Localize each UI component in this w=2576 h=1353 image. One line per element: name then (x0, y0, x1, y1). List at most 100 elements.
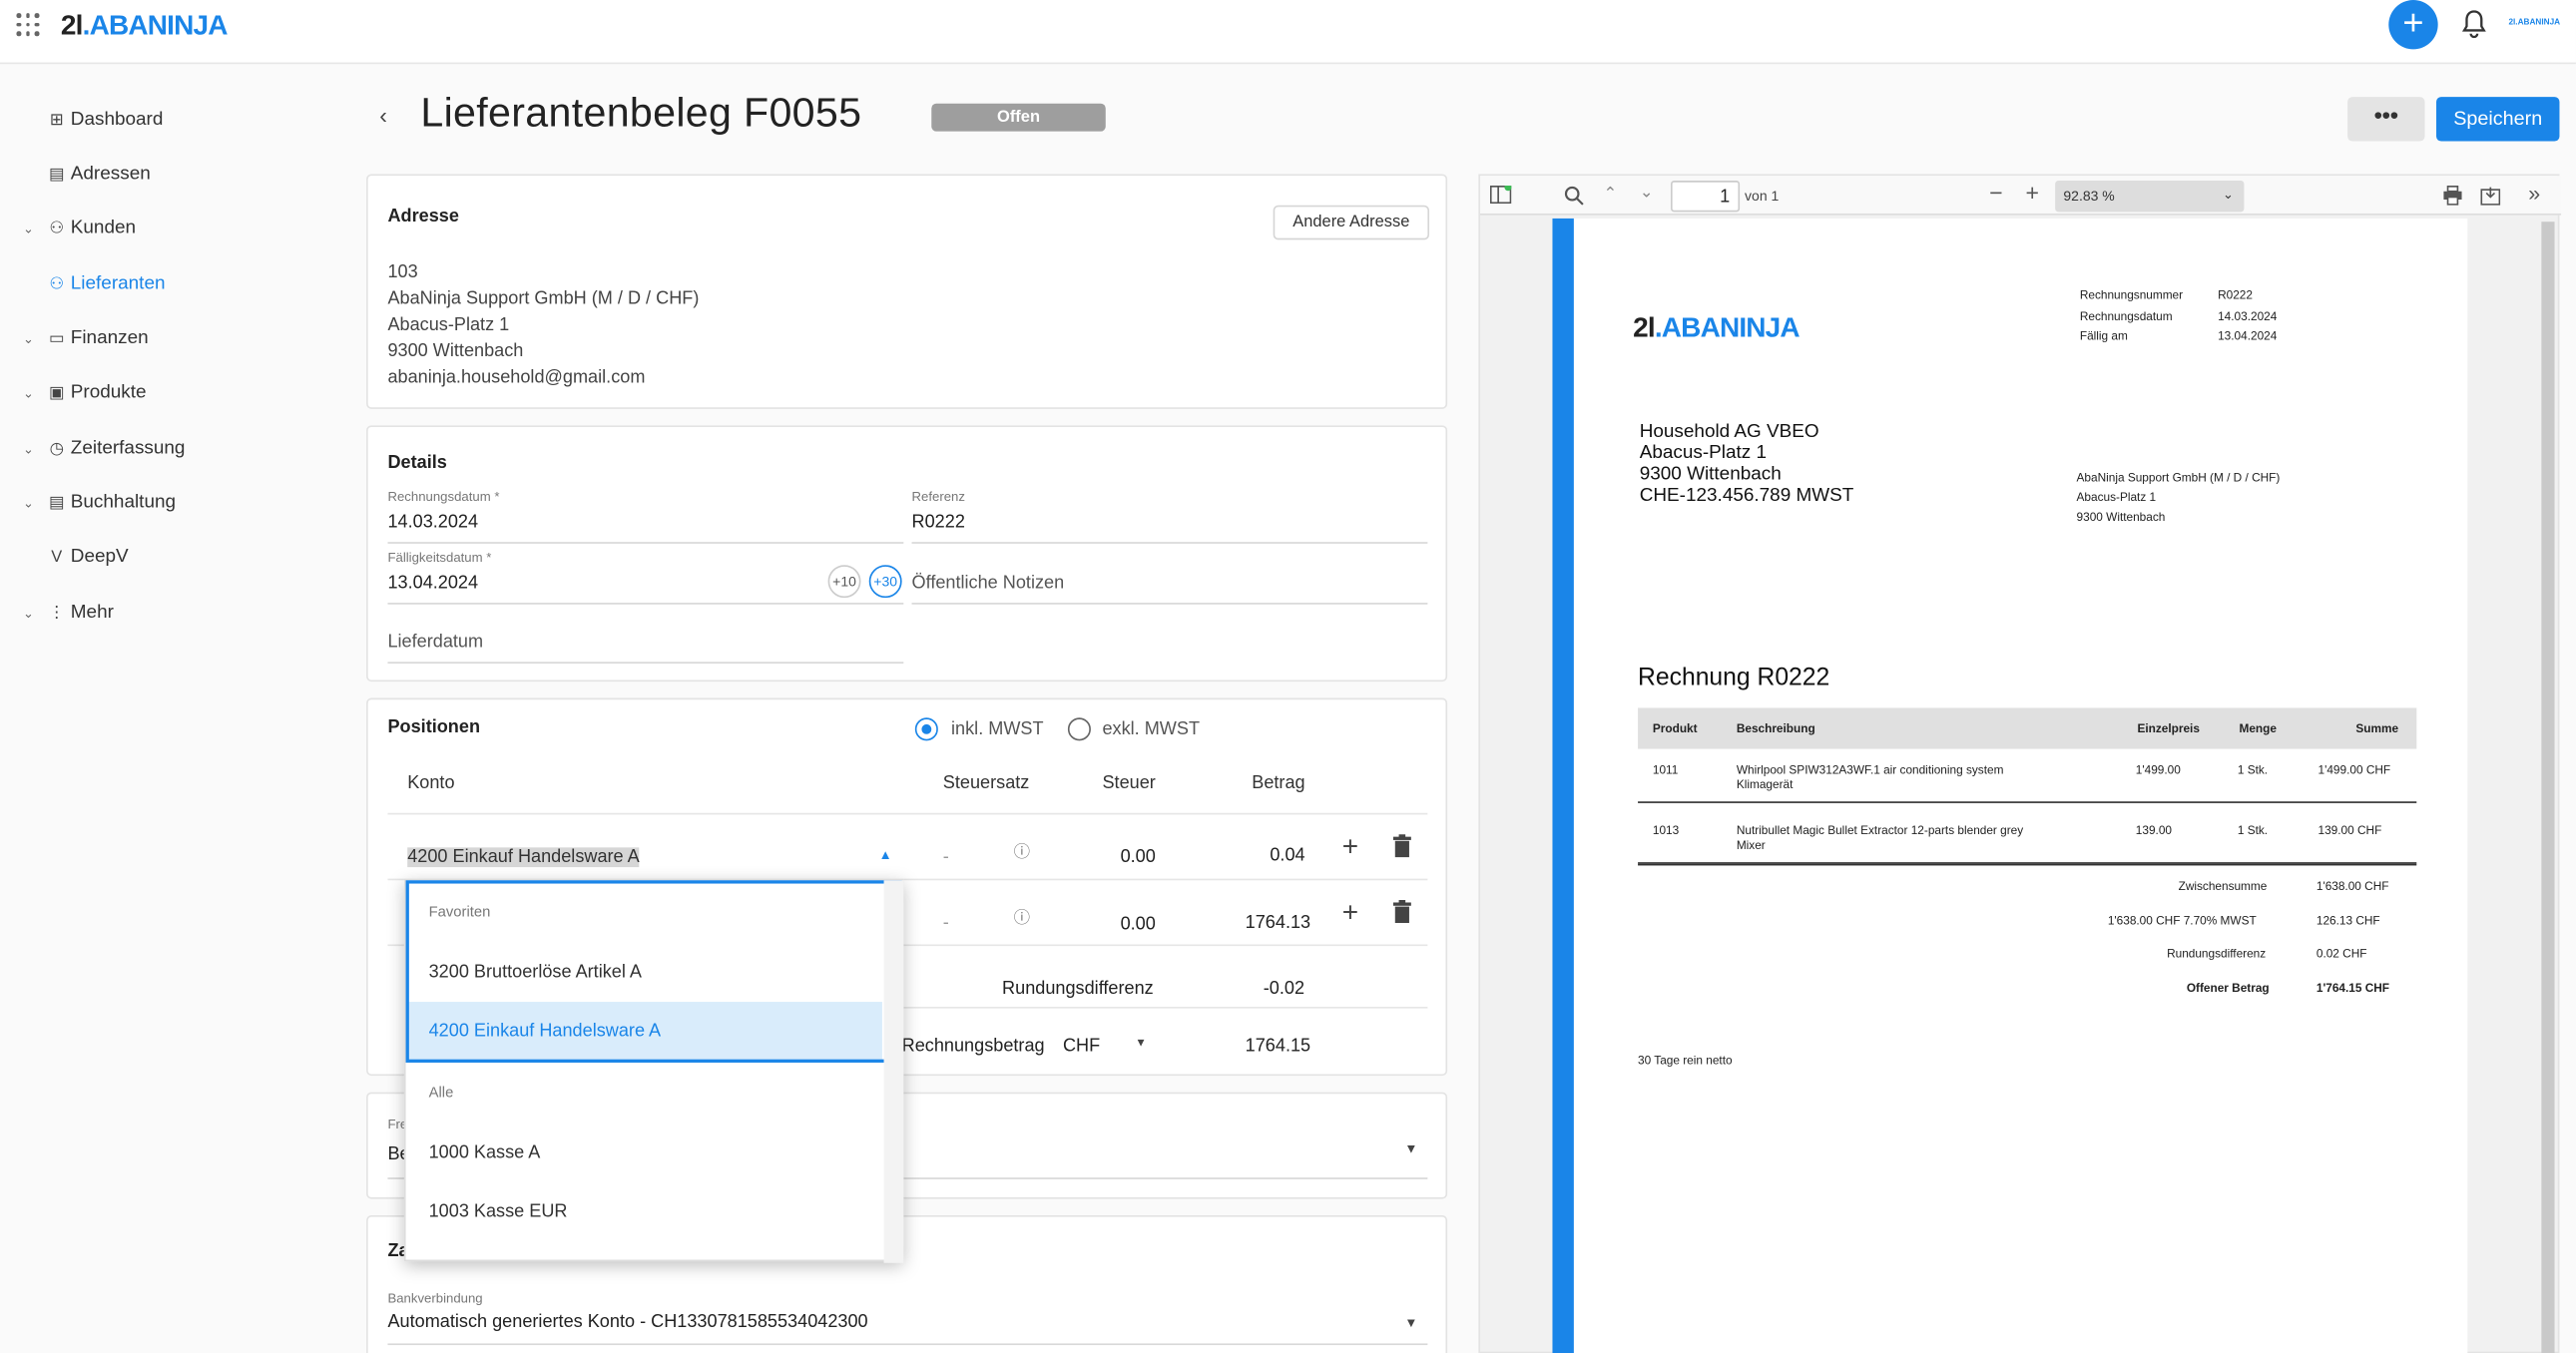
sidebar-item-buchhaltung[interactable]: ⌄ ▤ Buchhaltung (0, 486, 312, 519)
trash-icon[interactable] (1392, 900, 1411, 924)
bell-icon[interactable] (2461, 10, 2487, 40)
incl-vat-label[interactable]: inkl. MWST (951, 719, 1044, 739)
sidebar-toggle-icon[interactable] (1489, 185, 1512, 205)
info-icon[interactable]: ⓘ (1014, 837, 1030, 862)
column-tax: Steuer (1102, 773, 1156, 794)
sidebar-item-lieferanten[interactable]: ⚇ Lieferanten (0, 267, 312, 300)
create-button[interactable]: + (2388, 0, 2438, 50)
next-page-icon[interactable]: ⌄ (1640, 184, 1654, 202)
trash-icon[interactable] (1392, 834, 1411, 858)
pdf-item-price: 1'499.00 (2135, 761, 2181, 777)
incl-vat-radio[interactable] (914, 717, 938, 741)
chevron-down-icon[interactable]: ⌄ (23, 606, 34, 621)
column-account: Konto (407, 773, 455, 794)
invoice-date-underline (387, 542, 904, 544)
row-account-field[interactable]: 4200 Einkauf Handelsware A (407, 847, 640, 868)
row-amount-field[interactable]: 0.04 (1270, 846, 1304, 866)
chevron-down-icon[interactable]: ⌄ (23, 385, 34, 400)
dropdown-scrollbar[interactable] (883, 880, 904, 1263)
address-city: 9300 Wittenbach (387, 341, 524, 362)
pdf-logo: 2l.ABANINJA (1633, 311, 1801, 344)
pdf-column-header: Einzelpreis (2137, 720, 2200, 736)
chevron-down-icon[interactable]: ⌄ (23, 495, 34, 510)
header-divider (387, 812, 1428, 815)
currency-select[interactable]: CHF (1063, 1037, 1100, 1057)
total-value: 1764.15 (1245, 1036, 1311, 1057)
apps-grid-icon[interactable] (15, 12, 41, 38)
page-total: von 1 (1745, 187, 1780, 205)
reference-field[interactable]: R0222 (912, 513, 965, 533)
zoom-dropdown-arrow-icon[interactable]: ⌄ (2223, 188, 2234, 203)
address-card: Adresse Andere Adresse 103 AbaNinja Supp… (366, 174, 1448, 409)
plus-30-days-button[interactable]: +30 (868, 565, 902, 599)
row-taxrate-field[interactable]: - (943, 847, 949, 867)
due-date-label: Fälligkeitsdatum * (387, 550, 492, 566)
zoom-out-icon[interactable]: − (1989, 179, 2002, 205)
back-chevron-icon[interactable]: ‹ (379, 102, 387, 128)
chevron-down-icon[interactable]: ⌄ (23, 331, 34, 346)
bank-dropdown-arrow-icon[interactable]: ▼ (1404, 1315, 1417, 1330)
bank-select[interactable]: Automatisch generiertes Konto - CH133078… (387, 1312, 867, 1332)
positions-heading: Positionen (387, 717, 481, 738)
chevron-down-icon[interactable]: ⌄ (23, 441, 34, 456)
address-number: 103 (387, 262, 418, 283)
free-text-dropdown-arrow-icon[interactable]: ▼ (1404, 1141, 1417, 1156)
search-icon[interactable] (1564, 186, 1584, 206)
pdf-payment-terms: 30 Tage rein netto (1638, 1053, 1733, 1068)
more-tools-icon[interactable]: » (2528, 181, 2540, 206)
tenant-logo[interactable]: 2l.ABANINJA (2508, 18, 2560, 28)
suppliers-icon: ⚇ (49, 274, 65, 293)
previous-page-icon[interactable]: ⌃ (1603, 186, 1617, 204)
sidebar-item-kunden[interactable]: ⌄ ⚇ Kunden (0, 212, 312, 244)
page-number-input[interactable]: 1 (1670, 181, 1741, 213)
sidebar-item-zeiterfassung[interactable]: ⌄ ◷ Zeiterfassung (0, 432, 312, 465)
save-pdf-icon[interactable] (2480, 186, 2501, 206)
excl-vat-radio[interactable] (1067, 717, 1091, 741)
row-tax-value: 0.00 (1120, 847, 1156, 868)
account-dropdown-arrow-icon[interactable]: ▲ (879, 847, 892, 862)
pdf-scrollbar[interactable] (2541, 222, 2555, 1353)
sidebar-item-produkte[interactable]: ⌄ ▣ Produkte (0, 376, 312, 409)
invoice-date-field[interactable]: 14.03.2024 (387, 513, 478, 533)
dropdown-group-all: Alle (428, 1084, 454, 1101)
finance-icon: ▭ (48, 329, 65, 348)
dropdown-option[interactable]: 1003 Kasse EUR (407, 1182, 882, 1241)
dropdown-option[interactable]: 3200 Bruttoerlöse Artikel A (407, 943, 882, 1002)
row-amount-field[interactable]: 1764.13 (1246, 913, 1310, 933)
sidebar-item-label: Buchhaltung (70, 492, 177, 513)
info-icon[interactable]: ⓘ (1014, 903, 1030, 928)
chevron-down-icon[interactable]: ⌄ (23, 221, 34, 235)
reference-underline (911, 542, 1428, 544)
sidebar-item-finanzen[interactable]: ⌄ ▭ Finanzen (0, 322, 312, 355)
zoom-select[interactable]: 92.83 % ⌄ (2055, 181, 2245, 213)
sidebar-item-dashboard[interactable]: ⊞ Dashboard (0, 104, 312, 137)
plus-10-days-button[interactable]: +10 (827, 565, 861, 599)
due-date-underline (387, 603, 904, 605)
add-row-icon[interactable]: + (1342, 831, 1358, 864)
row-taxrate-field[interactable]: - (943, 913, 949, 933)
app-logo[interactable]: 2l.ABANINJA (61, 10, 229, 43)
pdf-sender-line: AbaNinja Support GmbH (M / D / CHF) (2076, 469, 2281, 485)
dropdown-option[interactable]: 1000 Kasse A (407, 1124, 882, 1182)
due-date-field[interactable]: 13.04.2024 (387, 573, 478, 593)
public-notes-field[interactable]: Öffentliche Notizen (912, 573, 1065, 593)
page-title: Lieferantenbeleg F0055 (420, 90, 862, 137)
sidebar-item-mehr[interactable]: ⌄ ⋮ Mehr (0, 596, 312, 629)
excl-vat-label[interactable]: exkl. MWST (1102, 719, 1200, 739)
sidebar-item-deepv[interactable]: V DeepV (0, 541, 312, 574)
dropdown-option-selected[interactable]: 4200 Einkauf Handelsware A (407, 1002, 882, 1062)
save-button[interactable]: Speichern (2436, 97, 2560, 142)
pdf-recipient-line: CHE-123.456.789 MWST (1639, 486, 1854, 506)
add-row-icon[interactable]: + (1342, 897, 1358, 930)
change-address-button[interactable]: Andere Adresse (1273, 205, 1430, 240)
top-bar: 2l.ABANINJA + 2l.ABANINJA (0, 0, 2576, 65)
bank-label: Bankverbindung (387, 1290, 483, 1306)
sidebar-item-adressen[interactable]: ▤ Adressen (0, 158, 312, 191)
print-icon[interactable] (2443, 185, 2463, 206)
more-actions-button[interactable]: ••• (2347, 97, 2425, 142)
delivery-date-field[interactable]: Lieferdatum (387, 633, 483, 653)
address-heading: Adresse (387, 207, 459, 227)
accounting-icon: ▤ (48, 493, 65, 512)
currency-dropdown-arrow-icon[interactable]: ▼ (1135, 1038, 1146, 1050)
zoom-in-icon[interactable]: + (2026, 179, 2039, 205)
